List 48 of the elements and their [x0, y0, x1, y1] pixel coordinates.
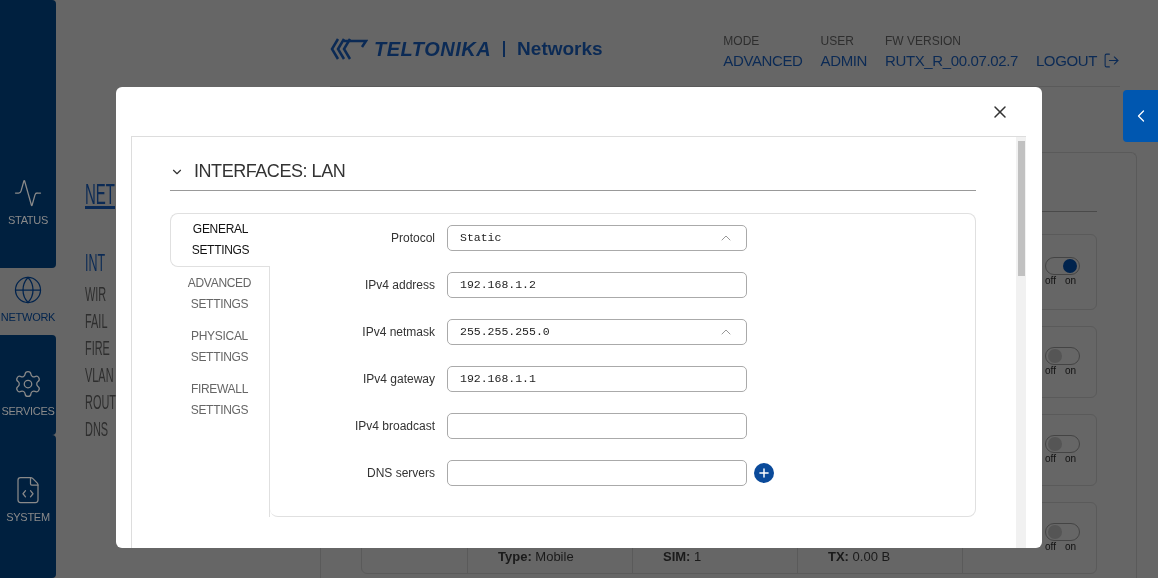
input-field[interactable]: [447, 413, 747, 439]
select-field[interactable]: 255.255.255.0: [447, 319, 747, 345]
section-title: INTERFACES: LAN: [194, 160, 346, 183]
input-field[interactable]: [447, 460, 747, 486]
field-label: Protocol: [389, 230, 435, 247]
on-label: on: [1064, 365, 1077, 377]
globe-icon: [13, 274, 43, 305]
plus-icon: [757, 466, 771, 480]
select-field[interactable]: Static: [447, 225, 747, 251]
settings-tab[interactable]: PHYSICAL SETTINGS: [170, 320, 270, 373]
pulse-icon: [13, 177, 43, 208]
input-field[interactable]: 192.168.1.1: [447, 366, 747, 392]
field-label: IPv4 address: [363, 277, 435, 294]
info-label: MODE: [723, 32, 761, 50]
scrollbar[interactable]: [1016, 137, 1026, 548]
product-name: Networks: [517, 36, 603, 61]
info-label: USER: [820, 32, 855, 50]
on-label: on: [1064, 453, 1077, 465]
field-label: DNS servers: [366, 465, 435, 482]
brand-name: TELTONIKA: [374, 37, 492, 62]
field-label: IPv4 broadcast: [353, 418, 435, 435]
field-label: IPv4 netmask: [361, 324, 435, 341]
gear-icon: [13, 368, 43, 399]
page-menu-item[interactable]: INT: [85, 249, 106, 276]
info-label: FW VERSION: [885, 32, 963, 50]
field-label: IPv4 gateway: [361, 371, 435, 388]
settings-tab[interactable]: GENERAL SETTINGS: [170, 213, 270, 267]
off-label: off: [1045, 541, 1056, 553]
off-label: off: [1045, 453, 1056, 465]
logo-icon: [330, 36, 368, 62]
info-value: ADMIN: [820, 50, 868, 71]
sidebar-item[interactable]: SERVICES: [0, 335, 56, 435]
collapse-tab-button[interactable]: [1123, 90, 1158, 142]
page-title: NET: [85, 177, 115, 211]
info-value: RUTX_R_00.07.02.7: [885, 50, 1018, 71]
settings-tab[interactable]: FIREWALL SETTINGS: [170, 373, 270, 426]
info-value: ADVANCED: [723, 50, 803, 71]
settings-tab[interactable]: ADVANCED SETTINGS: [170, 267, 270, 320]
sidebar-item[interactable]: STATUS: [0, 0, 56, 268]
sidebar-item[interactable]: SYSTEM: [0, 435, 56, 578]
off-label: off: [1045, 275, 1056, 287]
on-label: on: [1064, 275, 1077, 287]
off-label: off: [1045, 365, 1056, 377]
input-field[interactable]: 192.168.1.2: [447, 272, 747, 298]
add-button[interactable]: [754, 463, 774, 483]
logout-icon: [1103, 52, 1120, 70]
logout-button[interactable]: LOGOUT: [1035, 49, 1120, 72]
on-label: on: [1064, 541, 1077, 553]
